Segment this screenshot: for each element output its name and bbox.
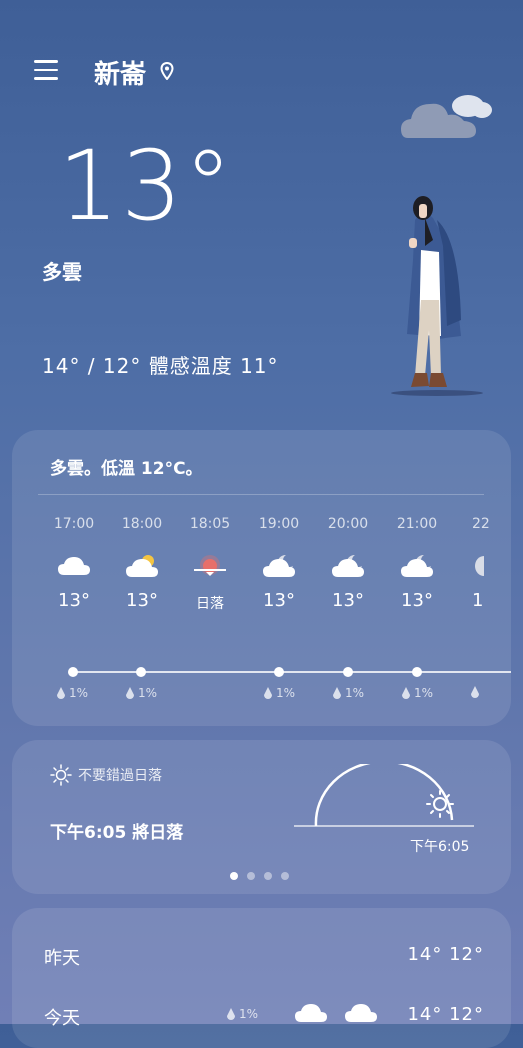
hour-time: 17:00 xyxy=(53,516,95,532)
precip-item xyxy=(470,686,480,699)
precip-item: 1% xyxy=(125,686,157,700)
page-dot[interactable] xyxy=(281,872,289,880)
cloud-icon xyxy=(294,1002,328,1029)
hour-time: 18:05 xyxy=(189,516,231,532)
raindrop-icon xyxy=(471,686,479,698)
daily-forecast-card[interactable]: 昨天 14° 12° 今天 1% 14° 12° xyxy=(12,908,511,1048)
hour-time: 18:00 xyxy=(121,516,163,532)
sun-position-icon xyxy=(426,790,454,818)
day-name: 今天 xyxy=(44,1008,80,1029)
raindrop-icon xyxy=(126,686,134,699)
person-illustration xyxy=(385,190,495,404)
hour-temp: 13° xyxy=(58,590,90,611)
current-condition: 多雲 xyxy=(42,260,82,284)
precip-item: 1% xyxy=(56,686,88,700)
cloud-icon xyxy=(40,544,108,588)
sunset-time: 下午6:05 xyxy=(410,839,470,855)
precip-item: 1% xyxy=(226,1007,258,1021)
hour-item: 22 1 xyxy=(452,516,511,611)
cloudy-night-icon xyxy=(383,544,451,588)
cloud-illustration xyxy=(398,88,493,147)
cloudy-night-icon xyxy=(314,544,382,588)
precip-item: 1% xyxy=(401,686,433,700)
raindrop-icon xyxy=(333,686,341,699)
divider xyxy=(38,494,484,495)
cloud-icon xyxy=(344,1002,378,1029)
hour-item: 20:00 13° xyxy=(314,516,382,611)
hourly-timeline xyxy=(68,667,511,677)
temp-range-feels-like: 14° / 12° 體感溫度 11° xyxy=(42,354,279,378)
hour-temp: 13° xyxy=(126,590,158,611)
day-temps: 14° 12° xyxy=(407,1004,484,1025)
cloudy-night-icon xyxy=(472,544,511,588)
city-name[interactable]: 新崙 xyxy=(94,54,146,91)
hour-sunset-label: 日落 xyxy=(196,596,224,612)
day-name: 昨天 xyxy=(44,948,80,969)
raindrop-icon xyxy=(57,686,65,699)
sunset-main-text: 下午6:05 將日落 xyxy=(50,823,184,843)
precip-item: 1% xyxy=(332,686,364,700)
hour-temp: 13° xyxy=(332,590,364,611)
hour-item: 21:00 13° xyxy=(383,516,451,611)
raindrop-icon xyxy=(227,1007,235,1020)
raindrop-icon xyxy=(402,686,410,699)
hourly-summary: 多雲。低溫 12°C。 xyxy=(50,459,203,479)
page-dot[interactable] xyxy=(247,872,255,880)
hour-time: 21:00 xyxy=(396,516,438,532)
sun-icon xyxy=(50,764,72,786)
sunset-hint: 不要錯過日落 xyxy=(50,764,162,786)
sunset-hint-text: 不要錯過日落 xyxy=(78,768,162,784)
location-pin-icon xyxy=(160,61,174,84)
hour-temp: 13° xyxy=(263,590,295,611)
hour-item: 17:00 13° xyxy=(40,516,108,611)
page-indicator[interactable] xyxy=(230,872,289,880)
page-dot[interactable] xyxy=(264,872,272,880)
partly-sunny-icon xyxy=(108,544,176,588)
sunset-icon xyxy=(176,544,244,588)
hourly-forecast-card[interactable]: 多雲。低溫 12°C。 17:00 13° 18:00 13° 18:05 日落… xyxy=(12,430,511,726)
hour-time: 20:00 xyxy=(327,516,369,532)
raindrop-icon xyxy=(264,686,272,699)
hour-item: 18:05 日落 xyxy=(176,516,244,613)
hour-temp: 13° xyxy=(401,590,433,611)
hour-item: 19:00 13° xyxy=(245,516,313,611)
sunset-card[interactable]: 不要錯過日落 下午6:05 將日落 下午6:05 xyxy=(12,740,511,894)
hour-time: 22 xyxy=(472,516,490,532)
menu-icon[interactable] xyxy=(34,60,58,80)
cloudy-night-icon xyxy=(245,544,313,588)
hour-item: 18:00 13° xyxy=(108,516,176,611)
page-dot-active[interactable] xyxy=(230,872,238,880)
sun-arc-graphic xyxy=(294,760,484,838)
hour-time: 19:00 xyxy=(258,516,300,532)
current-temperature: 13° xyxy=(58,130,235,242)
hour-temp: 1 xyxy=(472,590,484,611)
day-temps: 14° 12° xyxy=(407,944,484,965)
precip-item: 1% xyxy=(263,686,295,700)
